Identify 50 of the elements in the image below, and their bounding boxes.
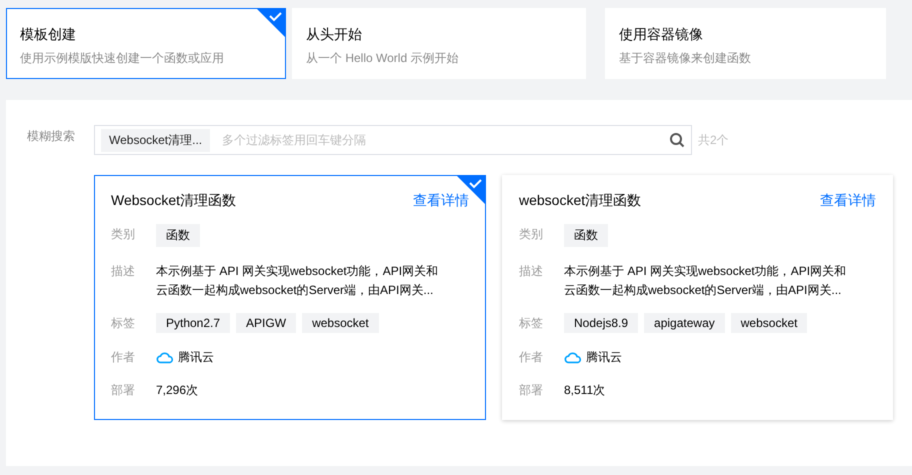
result-count: 共2个 (698, 132, 729, 148)
tag: APIGW (236, 313, 296, 333)
field-label: 类别 (111, 226, 136, 243)
filter-tag[interactable]: Websocket清理... (101, 128, 210, 152)
mode-description: 基于容器镜像来创建函数 (619, 50, 752, 67)
mode-card[interactable]: 模板创建 使用示例模版快速创建一个函数或应用 (6, 8, 286, 79)
field-label: 类别 (519, 226, 544, 243)
mode-title: 模板创建 (20, 26, 77, 44)
tag: websocket (302, 313, 379, 333)
mode-description: 使用示例模版快速创建一个函数或应用 (20, 50, 225, 67)
author-name: 腾讯云 (178, 349, 214, 366)
author-name: 腾讯云 (586, 349, 622, 366)
mode-description: 从一个 Hello World 示例开始 (306, 50, 460, 67)
search-icon[interactable] (669, 132, 685, 148)
search-label: 模糊搜索 (27, 128, 76, 145)
cloud-icon (156, 351, 174, 364)
tag: 函数 (564, 224, 608, 247)
tag: 函数 (156, 224, 200, 247)
field-label: 部署 (519, 382, 544, 399)
cloud-icon (564, 351, 582, 364)
field-value: 8,511次 (564, 382, 606, 399)
mode-title: 使用容器镜像 (619, 26, 704, 44)
field-value: 云函数一起构成websocket的Server端，由API网关... (564, 282, 842, 299)
template-card[interactable]: websocket清理函数 查看详情 类别 函数 描述 本示例基于 API 网关实现websocket功能，API网关和 云函数一起构成websocket的Server端，由API网关... 标签 Nodejs8.9 apigateway websocket 作者 腾讯云 部署 8,511次 (502, 175, 893, 420)
field-label: 作者 (519, 349, 544, 366)
tag: Python2.7 (156, 313, 230, 333)
template-card[interactable]: Websocket清理函数 查看详情 类别 函数 描述 本示例基于 API 网关实现websocket功能，API网关和 云函数一起构成websocket的Server端，由API网关... 标签 Python2.7 APIGW websocket 作者 腾讯云 部署 7,296次 (94, 175, 486, 420)
field-label: 标签 (519, 315, 544, 332)
search-field[interactable]: Websocket清理... 多个过滤标签用回车键分隔 (94, 125, 692, 155)
field-label: 部署 (111, 382, 136, 399)
field-value: 云函数一起构成websocket的Server端，由API网关... (156, 282, 434, 299)
field-value: 7,296次 (156, 382, 198, 399)
template-title: Websocket清理函数 (111, 192, 236, 210)
mode-card[interactable]: 使用容器镜像 基于容器镜像来创建函数 (605, 8, 886, 79)
details-link[interactable]: 查看详情 (413, 192, 469, 210)
field-value: 本示例基于 API 网关实现websocket功能，API网关和 (156, 263, 438, 280)
field-value: 本示例基于 API 网关实现websocket功能，API网关和 (564, 263, 846, 280)
field-label: 描述 (111, 263, 136, 280)
details-link[interactable]: 查看详情 (820, 192, 876, 210)
tag: Nodejs8.9 (564, 313, 638, 333)
mode-title: 从头开始 (306, 26, 363, 44)
tag: apigateway (644, 313, 725, 333)
field-label: 作者 (111, 349, 136, 366)
field-label: 标签 (111, 315, 136, 332)
mode-card[interactable]: 从头开始 从一个 Hello World 示例开始 (292, 8, 586, 79)
check-corner-icon (456, 175, 486, 205)
check-corner-icon (256, 8, 286, 38)
field-label: 描述 (519, 263, 544, 280)
template-title: websocket清理函数 (519, 192, 642, 210)
tag: websocket (730, 313, 808, 333)
